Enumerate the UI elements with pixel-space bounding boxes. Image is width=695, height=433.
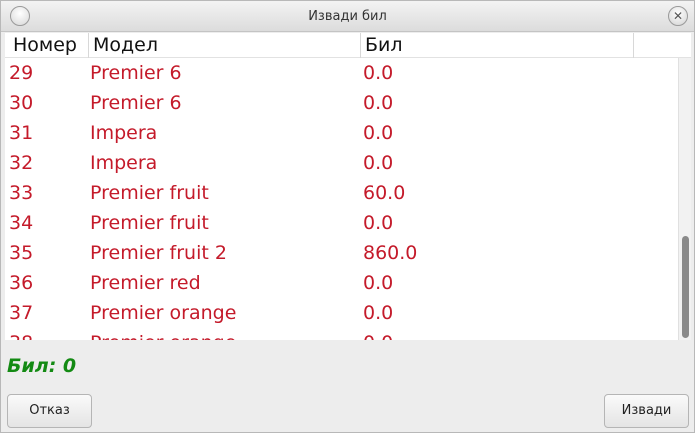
cell-bil: 860.0 bbox=[363, 242, 418, 264]
cell-number: 30 bbox=[9, 92, 34, 114]
cell-number: 29 bbox=[9, 62, 34, 84]
title-bar[interactable]: Извади бил ✕ bbox=[1, 1, 694, 32]
cell-model: Impera bbox=[90, 152, 158, 174]
table-row[interactable]: 34 Premier fruit 0.0 bbox=[5, 208, 675, 238]
vertical-scrollbar[interactable] bbox=[678, 58, 691, 340]
table-header: Номер Модел Бил bbox=[5, 33, 691, 58]
table-row[interactable]: 32 Impera 0.0 bbox=[5, 148, 675, 178]
cell-number: 35 bbox=[9, 242, 34, 264]
table-body: 29 Premier 6 0.0 30 Premier 6 0.0 31 Imp… bbox=[5, 58, 675, 340]
cell-number: 31 bbox=[9, 122, 34, 144]
cell-model: Premier fruit bbox=[90, 182, 209, 204]
cell-bil: 0.0 bbox=[363, 212, 394, 234]
cell-model: Impera bbox=[90, 122, 158, 144]
table-row[interactable]: 31 Impera 0.0 bbox=[5, 118, 675, 148]
column-header-number[interactable]: Номер bbox=[9, 33, 89, 58]
cell-number: 34 bbox=[9, 212, 34, 234]
cell-bil: 0.0 bbox=[363, 92, 394, 114]
table-row[interactable]: 36 Premier red 0.0 bbox=[5, 268, 675, 298]
cell-model: Premier red bbox=[90, 272, 201, 294]
cell-number: 33 bbox=[9, 182, 34, 204]
cell-bil: 0.0 bbox=[363, 152, 394, 174]
cell-model: Premier orange bbox=[90, 302, 237, 324]
cell-bil: 0.0 bbox=[363, 122, 394, 144]
cell-bil: 60.0 bbox=[363, 182, 406, 204]
cell-number: 38 bbox=[9, 328, 33, 340]
table-row[interactable]: 29 Premier 6 0.0 bbox=[5, 58, 675, 88]
dialog-window: Извади бил ✕ Номер Модел Бил 29 Premier … bbox=[0, 0, 695, 433]
cell-bil: 0.0 bbox=[363, 62, 394, 84]
cell-model: Premier fruit bbox=[90, 212, 209, 234]
column-header-model[interactable]: Модел bbox=[89, 33, 361, 58]
table-row[interactable]: 30 Premier 6 0.0 bbox=[5, 88, 675, 118]
window-title: Извади бил bbox=[308, 9, 387, 24]
cell-bil: 0.0 bbox=[363, 302, 394, 324]
cell-bil: 0.0 bbox=[363, 272, 394, 294]
remove-bill-button[interactable]: Извади bbox=[604, 394, 689, 428]
cell-model: Premier 6 bbox=[90, 92, 182, 114]
cell-number: 36 bbox=[9, 272, 34, 294]
cell-model: Premier fruit 2 bbox=[90, 242, 227, 264]
cancel-button[interactable]: Отказ bbox=[7, 394, 92, 428]
cell-model: Premier 6 bbox=[90, 62, 182, 84]
bill-status-label: Бил: 0 bbox=[7, 355, 77, 377]
cell-number: 32 bbox=[9, 152, 34, 174]
cell-number: 37 bbox=[9, 302, 34, 324]
scrollbar-thumb[interactable] bbox=[682, 236, 689, 338]
bill-table[interactable]: Номер Модел Бил 29 Premier 6 0.0 30 Prem… bbox=[5, 33, 691, 340]
table-row[interactable]: 37 Premier orange 0.0 bbox=[5, 298, 675, 328]
column-header-filler bbox=[634, 33, 674, 58]
close-icon[interactable]: ✕ bbox=[668, 6, 688, 26]
table-row[interactable]: 35 Premier fruit 2 860.0 bbox=[5, 238, 675, 268]
cell-model: Premier orange bbox=[90, 328, 236, 340]
table-row[interactable]: 33 Premier fruit 60.0 bbox=[5, 178, 675, 208]
table-row[interactable]: 38 Premier orange 0.0 bbox=[5, 328, 675, 340]
cell-bil: 0.0 bbox=[363, 328, 393, 340]
column-header-bil[interactable]: Бил bbox=[361, 33, 634, 58]
